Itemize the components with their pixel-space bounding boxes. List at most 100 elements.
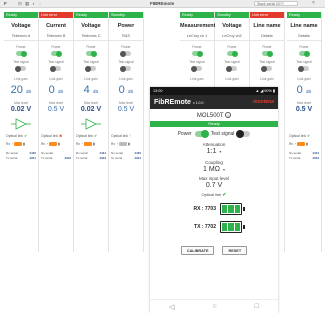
tx-serial: Tx serial 4343	[289, 156, 319, 160]
max-level-value: 0.5 V	[295, 106, 313, 113]
app-version: v 1.0.0	[192, 100, 204, 105]
test-signal-toggle[interactable]	[236, 130, 251, 138]
link-gain-label: Link gain	[260, 77, 274, 81]
calibrate-button[interactable]: CALIBRATE	[180, 246, 215, 255]
phone-status-bar: 13:00 ▲ ◢ 90% ▮	[150, 87, 278, 95]
link-gain-label: Link gain	[119, 77, 133, 81]
power-row: Power Test signal	[150, 130, 278, 138]
device-name: Details	[287, 32, 321, 41]
power-label: Power	[86, 45, 96, 49]
recent-apps-icon[interactable]: □	[255, 303, 259, 310]
tx-battery-row: TX : 7702	[150, 220, 278, 234]
optical-link-status: Optical link ✔	[6, 134, 28, 138]
power-toggle[interactable]	[299, 50, 310, 57]
test-signal-label: Test signal	[83, 60, 99, 64]
test-signal-toggle[interactable]	[298, 65, 309, 72]
link-gain-value[interactable]: 0 dB	[287, 83, 321, 97]
toolbar-icons[interactable]: ⊟ ▦ ◐ ◌	[18, 1, 42, 7]
rx-button[interactable]	[49, 142, 58, 146]
max-input-value: 0.7 V	[205, 182, 223, 189]
test-signal-toggle[interactable]	[120, 65, 131, 72]
test-signal-label: Test signal	[13, 60, 29, 64]
power-toggle[interactable]	[192, 50, 203, 57]
power-label: Power	[16, 45, 26, 49]
power-toggle[interactable]	[194, 130, 209, 138]
rx-button[interactable]	[84, 142, 93, 146]
link-gain-value[interactable]: 4 dB	[74, 83, 108, 97]
power-toggle[interactable]	[262, 50, 273, 57]
channel-column[interactable]: Standby Power R&S Power Test signal Link gain…	[109, 12, 144, 252]
channel-column[interactable]: Ready Voltage Tektronix C Power Test signal L…	[74, 12, 109, 252]
error-icon: ✖	[59, 134, 63, 138]
power-label: Power	[299, 45, 309, 49]
optical-link-status: Optical link ✖	[41, 134, 63, 138]
info-icon[interactable]: i	[225, 112, 232, 118]
app-bar: FibREmote v 1.0.0 montena	[150, 95, 278, 109]
rx-button[interactable]	[14, 142, 23, 146]
measurement-type: Voltage	[81, 23, 101, 29]
serial-input[interactable]: Stack serial 00??	[254, 1, 298, 6]
test-signal-toggle[interactable]	[50, 65, 61, 72]
measurement-type: Current	[46, 23, 66, 29]
test-signal-toggle[interactable]	[226, 65, 237, 72]
attenuation-select[interactable]: 1:1 ▾	[150, 147, 278, 156]
reset-button[interactable]: RESET	[222, 246, 248, 255]
check-icon: ✔	[94, 134, 98, 138]
phone-status-icons: ▲ ◢ 90% ▮	[255, 89, 275, 93]
power-toggle[interactable]	[227, 50, 238, 57]
link-gain-value[interactable]: 0 dB	[109, 83, 143, 97]
channel-column[interactable]: Ready Line name Details Power Test signal Lin…	[287, 12, 322, 252]
rx-icon: ◔	[81, 142, 84, 146]
device-model: MOL500T i	[150, 112, 278, 120]
power-toggle[interactable]	[51, 50, 62, 57]
battery-icon: ▮	[93, 142, 95, 146]
coupling-select[interactable]: 1 MΩ ▾	[150, 165, 278, 174]
link-gain-label: Link gain	[225, 77, 239, 81]
channel-column[interactable]: Ready Voltage Tektronix A Power Test signal L…	[4, 12, 39, 252]
power-toggle[interactable]	[16, 50, 27, 57]
power-toggle[interactable]	[120, 50, 131, 57]
check-icon: ✔	[222, 192, 227, 198]
power-label: Power	[192, 45, 202, 49]
test-signal-toggle[interactable]	[261, 65, 272, 72]
close-icon[interactable]: ×	[312, 0, 315, 6]
chevron-down-icon: ▾	[222, 167, 225, 172]
power-toggle[interactable]	[86, 50, 97, 57]
channel-column[interactable]: Link error Current Tektronix B Power Test si…	[39, 12, 74, 252]
battery-icon	[220, 203, 245, 215]
back-icon[interactable]: ◁	[169, 303, 174, 311]
test-signal-toggle[interactable]	[15, 65, 26, 72]
phone-app: 13:00 ▲ ◢ 90% ▮ FibREmote v 1.0.0 monten…	[150, 87, 278, 313]
measurement-type: Measurement	[180, 23, 216, 29]
rx-row: Rx ◔ ▮	[76, 142, 95, 146]
link-gain-value[interactable]: 0 dB	[39, 83, 73, 97]
phone-time: 13:00	[153, 89, 163, 93]
test-signal-label: Test signal	[224, 60, 240, 64]
window-titlebar: F ⊟ ▦ ◐ ◌ FIBREmote Stack serial 00?? ×	[0, 0, 325, 8]
power-label: Power	[227, 45, 237, 49]
measurement-type: Line name	[253, 23, 281, 29]
status-badge: Ready	[150, 121, 278, 127]
rx-serial: No serial	[41, 151, 53, 155]
measurement-type: Voltage	[11, 23, 31, 29]
device-name: R&S	[109, 32, 143, 41]
rx-icon: ◔	[294, 142, 297, 146]
power-label: Power	[121, 45, 131, 49]
android-nav-bar: ◁ ○ □	[150, 299, 278, 313]
battery-icon: ▮	[58, 142, 60, 146]
measurement-type: Voltage	[222, 23, 242, 29]
tx-serial: Tx serial 4343	[76, 156, 106, 160]
home-icon[interactable]: ○	[212, 303, 216, 310]
test-signal-label: Test signal	[296, 60, 312, 64]
rx-label: RX : 7703	[193, 206, 216, 212]
device-name: Tektronix A	[4, 32, 38, 41]
tx-serial: Tx serial 4341	[6, 156, 36, 160]
brand-logo: montena	[253, 99, 274, 105]
test-signal-toggle[interactable]	[85, 65, 96, 72]
rx-serial: Rx serial 4446	[6, 151, 36, 155]
test-signal-toggle[interactable]	[191, 65, 202, 72]
rx-button[interactable]	[119, 142, 128, 146]
rx-button[interactable]	[297, 142, 306, 146]
link-gain-value[interactable]: 20 dB	[4, 83, 38, 97]
rx-battery-row: RX : 7703	[150, 202, 278, 216]
